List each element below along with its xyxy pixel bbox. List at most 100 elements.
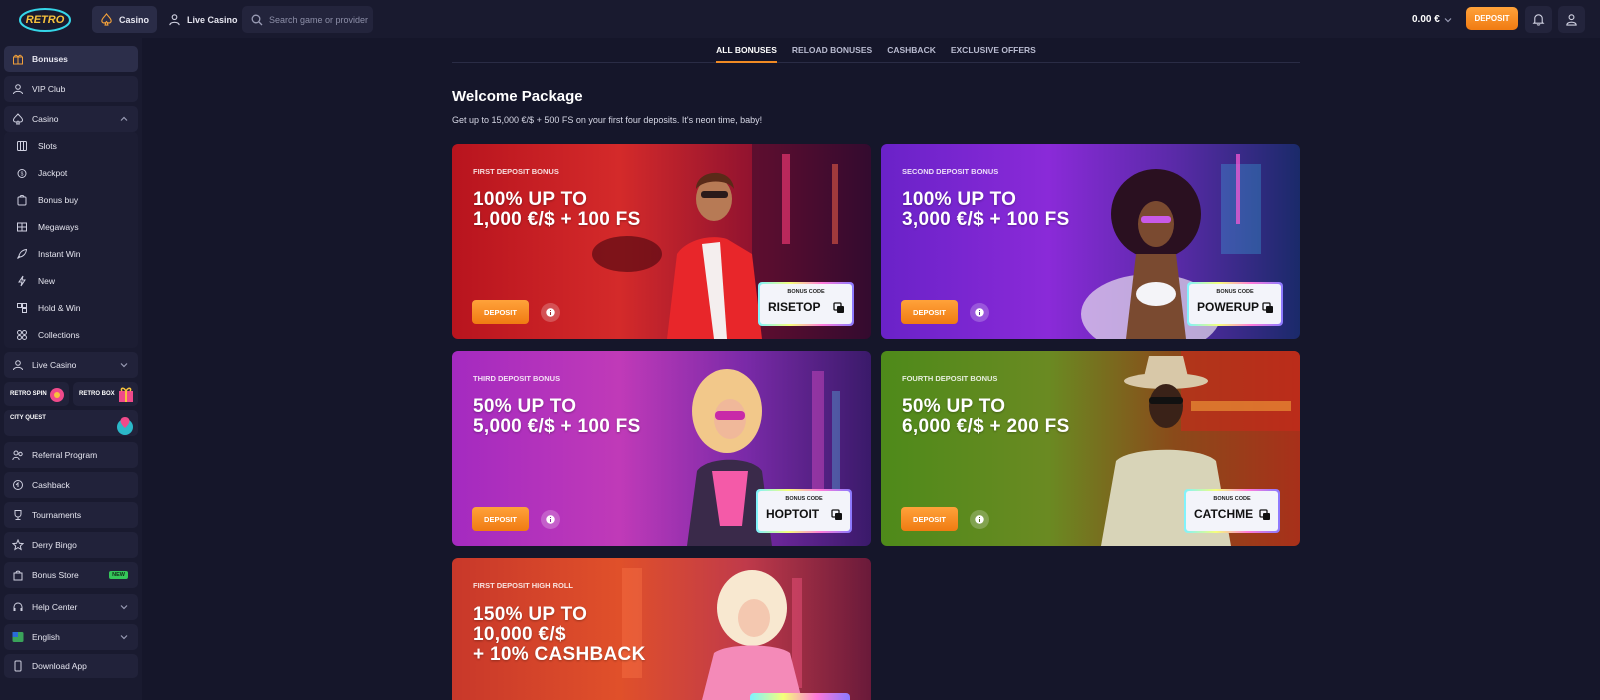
- retro-logo[interactable]: RETRO: [18, 6, 72, 34]
- copy-icon[interactable]: [1262, 302, 1274, 314]
- bonus-card-fourth-deposit: FOURTH DEPOSIT BONUS 50% UP TO 6,000 €/$…: [881, 351, 1300, 546]
- sidebar-item-cashback[interactable]: Cashback: [4, 472, 138, 498]
- language-selector[interactable]: English: [4, 624, 138, 650]
- sidebar-item-label: Derry Bingo: [32, 540, 77, 550]
- headline-line-1: 100% UP TO: [902, 189, 1017, 210]
- chevron-down-icon: [1444, 17, 1452, 22]
- bonus-code-value: CATCHME: [1194, 507, 1254, 521]
- sidebar-item-derry-bingo[interactable]: Derry Bingo: [4, 532, 138, 558]
- headline-line-1: 100% UP TO: [473, 189, 588, 210]
- notifications-button[interactable]: [1525, 6, 1552, 33]
- info-button[interactable]: [541, 510, 560, 529]
- retro-box-label: RETRO BOX: [79, 391, 115, 397]
- trophy-icon: [14, 510, 22, 520]
- headline-line-1: 150% UP TO: [473, 604, 588, 625]
- sidebar-item-label: Instant Win: [38, 248, 81, 259]
- info-icon: [546, 515, 555, 524]
- tab-casino-label: Casino: [119, 14, 150, 25]
- sidebar-item-label: Bonus Store: [32, 570, 79, 580]
- bonus-code-value: POWERUP: [1197, 300, 1260, 314]
- sidebar-item-label: Jackpot: [38, 167, 68, 178]
- flag-icon: [12, 632, 24, 642]
- headline-line-2: 3,000 €/$ + 100 FS: [902, 209, 1070, 230]
- sidebar-item-casino[interactable]: Casino: [4, 106, 138, 132]
- deposit-button[interactable]: DEPOSIT: [901, 507, 958, 531]
- sidebar-item-jackpot[interactable]: $ Jackpot: [4, 159, 138, 186]
- dealer-icon: [169, 14, 180, 26]
- bonus-code-box[interactable]: BONUS CODE RISETOP: [758, 282, 854, 326]
- sidebar-item-label: Referral Program: [32, 450, 98, 460]
- sidebar-item-label: Bonus buy: [38, 194, 79, 205]
- sidebar-item-bonuses[interactable]: Bonuses: [4, 46, 138, 72]
- sidebar-item-collections[interactable]: Collections: [4, 321, 138, 348]
- page-subtitle: Get up to 15,000 €/$ + 500 FS on your fi…: [452, 115, 763, 125]
- sidebar-item-live-casino[interactable]: Live Casino: [4, 352, 138, 378]
- help-icon: [13, 602, 23, 611]
- bonus-tabs: ALL BONUSES RELOAD BONUSES CASHBACK EXCL…: [452, 42, 1300, 63]
- bonus-code-box[interactable]: BONUS CODE CATCHME: [1184, 489, 1280, 533]
- sidebar-item-instant-win[interactable]: Instant Win: [4, 240, 138, 267]
- store-icon: [13, 570, 23, 581]
- tab-all-bonuses[interactable]: ALL BONUSES: [716, 42, 777, 63]
- deposit-button[interactable]: DEPOSIT: [472, 300, 529, 324]
- profile-button[interactable]: [1558, 6, 1585, 33]
- map-pin-icon: [117, 417, 133, 435]
- sidebar-item-label: Bonuses: [32, 54, 68, 64]
- promo-row: RETRO SPIN RETRO BOX: [4, 382, 138, 406]
- bonus-code-box-edge: [750, 693, 850, 700]
- balance-selector[interactable]: 0.00 €: [1412, 8, 1452, 31]
- sidebar-item-tournaments[interactable]: Tournaments: [4, 502, 138, 528]
- city-quest-promo[interactable]: CITY QUEST: [4, 410, 138, 436]
- bonus-code-box[interactable]: BONUS CODE POWERUP: [1187, 282, 1283, 326]
- sidebar-item-label: Live Casino: [32, 360, 77, 370]
- sidebar-item-slots[interactable]: Slots: [4, 132, 138, 159]
- retro-box-promo[interactable]: RETRO BOX: [73, 382, 138, 406]
- search-box[interactable]: [242, 6, 373, 33]
- sidebar-item-megaways[interactable]: Megaways: [4, 213, 138, 240]
- bonus-code-label: BONUS CODE: [785, 496, 823, 502]
- header-deposit-button[interactable]: DEPOSIT: [1466, 7, 1518, 30]
- casino-submenu: Slots $ Jackpot Bonus buy Megaways Insta…: [4, 132, 138, 348]
- copy-icon[interactable]: [833, 302, 845, 314]
- deposit-button[interactable]: DEPOSIT: [472, 507, 529, 531]
- info-button[interactable]: [541, 303, 560, 322]
- jackpot-icon: $: [17, 168, 27, 178]
- sidebar-item-bonus-store[interactable]: Bonus Store NEW: [4, 562, 138, 588]
- deposit-button[interactable]: DEPOSIT: [901, 300, 958, 324]
- sidebar-item-bonus-buy[interactable]: Bonus buy: [4, 186, 138, 213]
- headline-line-2: 6,000 €/$ + 200 FS: [902, 416, 1070, 437]
- sidebar-item-label: Megaways: [38, 221, 79, 232]
- tab-live-casino[interactable]: Live Casino: [160, 6, 246, 33]
- headline-line-2: 5,000 €/$ + 100 FS: [473, 416, 641, 437]
- sidebar-item-hold-win[interactable]: Hold & Win: [4, 294, 138, 321]
- city-quest-label: CITY QUEST: [10, 415, 46, 421]
- retro-spin-promo[interactable]: RETRO SPIN: [4, 382, 69, 406]
- sidebar-item-help-center[interactable]: Help Center: [4, 594, 138, 620]
- card-label: SECOND DEPOSIT BONUS: [902, 167, 999, 176]
- page-title: Welcome Package: [452, 88, 583, 105]
- headline-line-2: 10,000 €/$: [473, 624, 566, 645]
- info-button[interactable]: [970, 510, 989, 529]
- sidebar-item-new[interactable]: New: [4, 267, 138, 294]
- spade-icon: [101, 13, 112, 26]
- tab-exclusive-offers[interactable]: EXCLUSIVE OFFERS: [951, 42, 1036, 63]
- sidebar-item-label: Hold & Win: [38, 302, 81, 313]
- copy-icon[interactable]: [1259, 509, 1271, 521]
- card-headline: 100% UP TO 1,000 €/$ + 100 FS: [473, 190, 641, 230]
- balance-value: 0.00 €: [1412, 14, 1440, 25]
- sidebar-item-label: Help Center: [32, 602, 78, 612]
- tab-casino[interactable]: Casino: [92, 6, 158, 33]
- copy-icon[interactable]: [831, 509, 843, 521]
- sidebar-item-referral-program[interactable]: Referral Program: [4, 442, 138, 468]
- search-input[interactable]: [269, 14, 369, 25]
- tab-reload-bonuses[interactable]: RELOAD BONUSES: [792, 42, 872, 63]
- bonus-code-label: BONUS CODE: [787, 289, 825, 295]
- tab-cashback[interactable]: CASHBACK: [887, 42, 936, 63]
- bonus-code-value: RISETOP: [768, 300, 821, 314]
- info-button[interactable]: [970, 303, 989, 322]
- sidebar-item-vip-club[interactable]: VIP Club: [4, 76, 138, 102]
- download-app-button[interactable]: Download App: [4, 654, 138, 678]
- bonus-code-value: HOPTOIT: [766, 507, 820, 521]
- vip-icon: [13, 84, 23, 95]
- bonus-code-box[interactable]: BONUS CODE HOPTOIT: [756, 489, 852, 533]
